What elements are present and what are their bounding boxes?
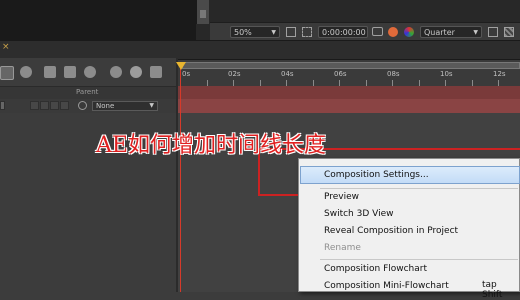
- menu-item-composition-flowchart[interactable]: Composition Flowchart: [324, 264, 427, 274]
- layer-switch[interactable]: [40, 101, 49, 110]
- graph-editor-icon[interactable]: [150, 66, 162, 78]
- layer-switch[interactable]: [0, 101, 5, 110]
- fast-previews-icon[interactable]: [488, 27, 498, 37]
- tick-label: 08s: [387, 70, 400, 78]
- tick-label: 02s: [228, 70, 241, 78]
- menu-item-preview[interactable]: Preview: [324, 192, 359, 202]
- grid-icon[interactable]: [286, 27, 296, 37]
- work-area-bar[interactable]: [182, 62, 520, 69]
- menu-separator: [320, 259, 518, 260]
- pick-whip-icon[interactable]: [78, 101, 87, 110]
- tick-label: 06s: [334, 70, 347, 78]
- menu-shortcut-text: tap Shift: [482, 280, 503, 300]
- show-snapshot-icon[interactable]: [388, 27, 398, 37]
- region-of-interest-icon[interactable]: [302, 27, 312, 37]
- panel-separator: [0, 40, 520, 60]
- auto-keyframe-icon[interactable]: [130, 66, 142, 78]
- timeline-switches-toolbar: [0, 60, 178, 86]
- parent-value: None: [96, 102, 115, 110]
- scrollbar-thumb[interactable]: [200, 10, 206, 18]
- color-channel-icon[interactable]: [404, 27, 414, 37]
- tick-label: 04s: [281, 70, 294, 78]
- current-time-indicator[interactable]: [180, 63, 181, 292]
- menu-separator: [320, 188, 518, 189]
- menu-item-switch-3d-view[interactable]: Switch 3D View: [324, 209, 394, 219]
- zoom-value: 50%: [234, 28, 252, 37]
- chevron-down-icon: ▼: [271, 29, 276, 36]
- viewer-scrollbar[interactable]: [196, 0, 209, 24]
- zoom-dropdown[interactable]: 50% ▼: [230, 26, 280, 38]
- close-icon[interactable]: ×: [2, 42, 10, 52]
- viewer-canvas: [0, 0, 196, 40]
- hide-shy-layers-icon[interactable]: [44, 66, 56, 78]
- chevron-down-icon: ▼: [473, 29, 478, 36]
- tutorial-annotation-title: AE如何增加时间线长度: [96, 133, 326, 158]
- resolution-dropdown[interactable]: Quarter ▼: [420, 26, 482, 38]
- layer-duration-bar[interactable]: [178, 86, 520, 99]
- timecode-field[interactable]: 0:00:00:00: [318, 26, 368, 38]
- resolution-value: Quarter: [424, 28, 455, 37]
- comp-mini-flowchart-icon[interactable]: [0, 66, 14, 80]
- parent-column-header: Parent: [76, 88, 99, 96]
- layer-switch[interactable]: [60, 101, 69, 110]
- layer-switch[interactable]: [30, 101, 39, 110]
- chevron-down-icon: ▼: [149, 102, 154, 109]
- playhead-handle-icon[interactable]: [176, 62, 186, 70]
- camera-snapshot-icon[interactable]: [372, 27, 383, 36]
- frame-blending-icon[interactable]: [64, 66, 76, 78]
- transparency-grid-icon[interactable]: [504, 27, 514, 37]
- draft-3d-icon[interactable]: [20, 66, 32, 78]
- tick-label: 12s: [493, 70, 506, 78]
- layer-duration-bar[interactable]: [178, 99, 520, 113]
- menu-item-composition-settings[interactable]: Composition Settings...: [324, 170, 429, 180]
- viewer-toolbar: 50% ▼ 0:00:00:00 Quarter ▼: [210, 22, 520, 41]
- menu-item-reveal-composition[interactable]: Reveal Composition in Project: [324, 226, 458, 236]
- tick-label: 10s: [440, 70, 453, 78]
- parent-dropdown[interactable]: None ▼: [92, 101, 158, 111]
- menu-item-composition-mini-flowchart[interactable]: Composition Mini-Flowchart: [324, 281, 449, 291]
- brainstorm-icon[interactable]: [110, 66, 122, 78]
- layer-switch[interactable]: [50, 101, 59, 110]
- menu-item-rename: Rename: [324, 243, 361, 253]
- tick-label: 0s: [182, 70, 191, 78]
- motion-blur-icon[interactable]: [84, 66, 96, 78]
